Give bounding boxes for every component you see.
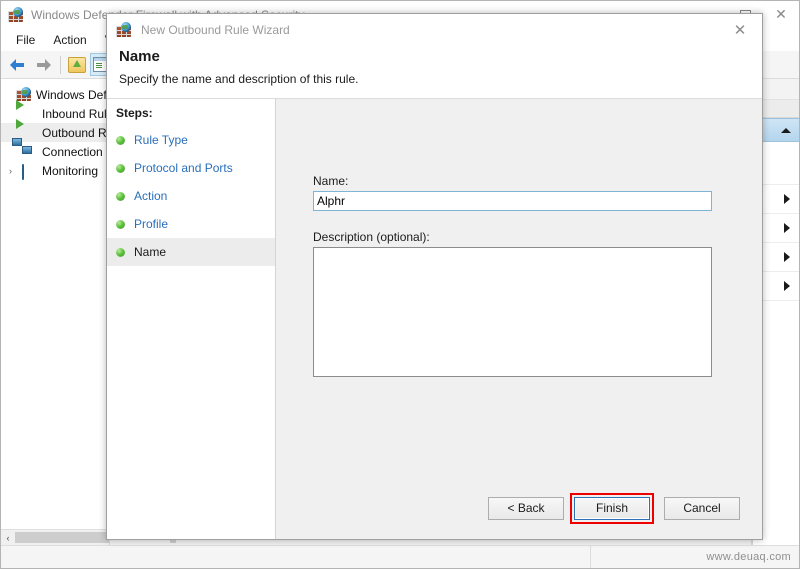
step-complete-icon [116, 191, 125, 201]
chevron-right-icon[interactable] [784, 194, 790, 204]
tree-item-monitoring[interactable]: › Monitoring [1, 161, 109, 180]
chevron-right-icon[interactable] [784, 281, 790, 291]
wizard-step-name[interactable]: Name [107, 238, 275, 266]
wizard-title-bar: New Outbound Rule Wizard ✕ [107, 14, 762, 45]
wizard-subheading: Specify the name and description of this… [119, 72, 359, 86]
step-complete-icon [116, 219, 125, 229]
step-label[interactable]: Name [134, 245, 166, 259]
tree-item-label: Inbound Rule [42, 106, 109, 121]
step-complete-icon [116, 135, 125, 145]
wizard-step-protocol-and-ports[interactable]: Protocol and Ports [107, 154, 275, 182]
status-bar-message [1, 546, 591, 568]
name-input[interactable] [313, 191, 712, 211]
chevron-right-icon[interactable]: › [5, 165, 16, 176]
name-field-label: Name: [313, 174, 349, 188]
new-outbound-rule-wizard-dialog: New Outbound Rule Wizard ✕ Name Specify … [106, 13, 763, 540]
tree-item-label: Outbound Ru [42, 125, 109, 140]
status-bar: www.deuaq.com [1, 545, 799, 568]
menu-item-action[interactable]: Action [44, 31, 95, 49]
console-tree-panel: Windows Defender Inbound Rule Outbound R… [1, 79, 110, 545]
steps-label: Steps: [116, 106, 153, 120]
menu-item-file[interactable]: File [7, 31, 44, 49]
outbound-rules-icon [22, 125, 38, 140]
description-input[interactable] [313, 247, 712, 377]
toolbar-separator-1 [60, 55, 61, 74]
step-label[interactable]: Action [134, 189, 167, 203]
description-field-label: Description (optional): [313, 230, 430, 244]
cancel-button[interactable]: Cancel [664, 496, 740, 520]
status-bar-right: www.deuaq.com [591, 546, 799, 568]
tree-horizontal-scrollbar[interactable]: ‹ [1, 529, 109, 545]
tree-item-connection-security[interactable]: Connection S [1, 142, 109, 161]
wizard-heading: Name [119, 48, 160, 65]
wizard-button-bar: < Back Finish Cancel [276, 477, 762, 539]
folder-icon [68, 56, 86, 73]
wizard-header: Name Specify the name and description of… [107, 45, 762, 99]
monitoring-icon [22, 163, 38, 180]
back-button[interactable] [6, 53, 30, 76]
arrow-right-icon [35, 58, 51, 72]
chevron-right-icon[interactable] [784, 252, 790, 262]
show-hide-tree-button[interactable] [65, 53, 89, 76]
wizard-title: New Outbound Rule Wizard [141, 22, 290, 37]
inbound-rules-icon [22, 106, 38, 121]
console-tree: Windows Defender Inbound Rule Outbound R… [1, 79, 109, 529]
tree-item-label: Connection S [42, 144, 109, 159]
tree-item-label: Windows Defender [36, 87, 109, 102]
chevron-up-icon[interactable] [781, 127, 791, 133]
rule-name-form: Name: Description (optional): [276, 99, 762, 477]
wizard-steps-panel: Steps: Rule Type Protocol and Ports Acti… [107, 99, 276, 539]
back-button[interactable]: < Back [488, 496, 564, 520]
step-label[interactable]: Protocol and Ports [134, 161, 233, 175]
scrollbar-thumb[interactable] [15, 532, 109, 543]
finish-button[interactable]: Finish [574, 496, 650, 520]
step-label[interactable]: Rule Type [134, 133, 188, 147]
wizard-step-action[interactable]: Action [107, 182, 275, 210]
watermark: www.deuaq.com [706, 551, 791, 563]
connection-security-icon [22, 144, 38, 159]
wizard-step-profile[interactable]: Profile [107, 210, 275, 238]
close-button[interactable]: ✕ [763, 1, 799, 29]
wizard-main: Steps: Rule Type Protocol and Ports Acti… [107, 99, 762, 539]
forward-button[interactable] [31, 53, 55, 76]
wizard-step-rule-type[interactable]: Rule Type [107, 126, 275, 154]
tree-item-label: Monitoring [42, 163, 99, 178]
scroll-left-icon[interactable]: ‹ [1, 530, 15, 545]
firewall-globe-icon [116, 21, 132, 38]
firewall-globe-icon [8, 7, 24, 23]
finish-button-highlight: Finish [570, 492, 654, 524]
wizard-close-button[interactable]: ✕ [718, 14, 762, 45]
arrow-left-icon [10, 58, 26, 72]
wizard-content-panel: Name: Description (optional): < Back Fin… [276, 99, 762, 539]
step-complete-icon [116, 247, 125, 257]
step-complete-icon [116, 163, 125, 173]
step-label[interactable]: Profile [134, 217, 168, 231]
chevron-right-icon[interactable] [784, 223, 790, 233]
